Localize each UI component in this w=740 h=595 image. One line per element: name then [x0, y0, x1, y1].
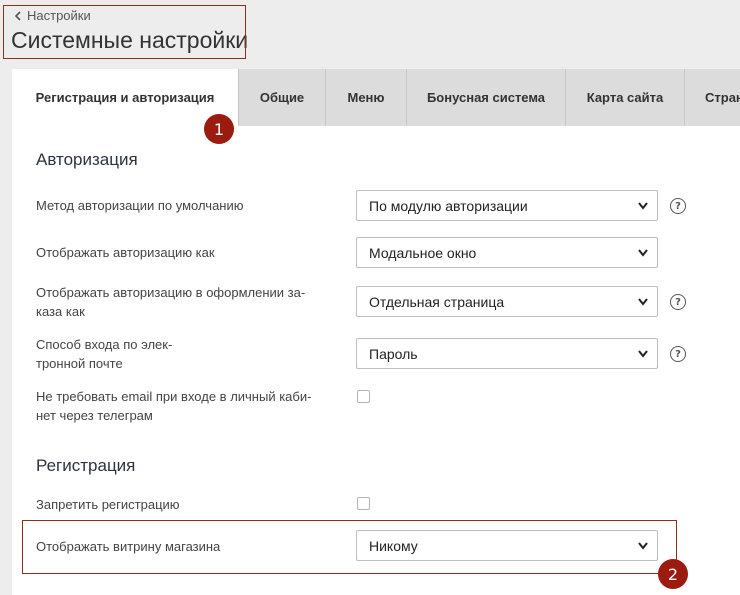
label-telegram-no-email: Не требовать email при входе в личный ка…: [36, 389, 312, 423]
select-auth-display[interactable]: Модальное окно: [356, 237, 658, 268]
label-default-auth-method: Метод авторизации по умолчанию: [36, 198, 244, 213]
label-auth-display: Отображать авторизацию как: [36, 245, 215, 260]
checkbox-disable-registration[interactable]: [357, 497, 370, 510]
callout-badge-2: 2: [658, 559, 688, 589]
select-email-login-method[interactable]: Пароль: [356, 338, 658, 369]
checkbox-telegram-no-email[interactable]: [357, 390, 370, 403]
tab-general[interactable]: Общие: [238, 69, 325, 126]
label-disable-registration: Запретить регистрацию: [36, 497, 180, 512]
select-value: Модальное окно: [369, 244, 477, 261]
tab-bar: Регистрация и авторизация Общие Меню Бон…: [12, 69, 740, 126]
chevron-down-icon: [638, 298, 648, 306]
breadcrumb[interactable]: Настройки: [12, 8, 91, 23]
help-icon[interactable]: ?: [670, 346, 686, 362]
chevron-left-icon: [14, 10, 21, 21]
tab-registration-auth[interactable]: Регистрация и авторизация: [12, 69, 238, 126]
select-default-auth-method[interactable]: По модулю авторизации: [356, 190, 658, 221]
tab-bonus-system[interactable]: Бонусная система: [406, 69, 565, 126]
label-email-login-method: Способ входа по элек- тронной почте: [36, 337, 173, 371]
chevron-down-icon: [638, 350, 648, 358]
section-title-auth: Авторизация: [36, 150, 138, 169]
select-value: Никому: [369, 537, 418, 554]
select-value: Пароль: [369, 345, 418, 362]
chevron-down-icon: [638, 249, 648, 257]
help-icon[interactable]: ?: [670, 198, 686, 214]
chevron-down-icon: [638, 202, 648, 210]
callout-badge-1: 1: [204, 114, 234, 144]
help-icon[interactable]: ?: [670, 294, 686, 310]
section-title-registration: Регистрация: [36, 456, 136, 475]
select-value: По модулю авторизации: [369, 197, 528, 214]
select-checkout-auth-display[interactable]: Отдельная страница: [356, 286, 658, 317]
breadcrumb-label: Настройки: [27, 8, 91, 23]
select-storefront-visibility[interactable]: Никому: [356, 530, 658, 561]
page-header: Настройки Системные настройки: [0, 0, 740, 68]
label-storefront-visibility: Отображать витрину магазина: [36, 539, 221, 554]
tab-menu[interactable]: Меню: [325, 69, 406, 126]
page-title: Системные настройки: [11, 27, 249, 53]
label-checkout-auth-display: Отображать авторизацию в оформлении за- …: [36, 285, 306, 319]
chevron-down-icon: [638, 542, 648, 550]
tab-countries[interactable]: Стран: [684, 69, 740, 126]
tab-sitemap[interactable]: Карта сайта: [565, 69, 684, 126]
select-value: Отдельная страница: [369, 293, 505, 310]
